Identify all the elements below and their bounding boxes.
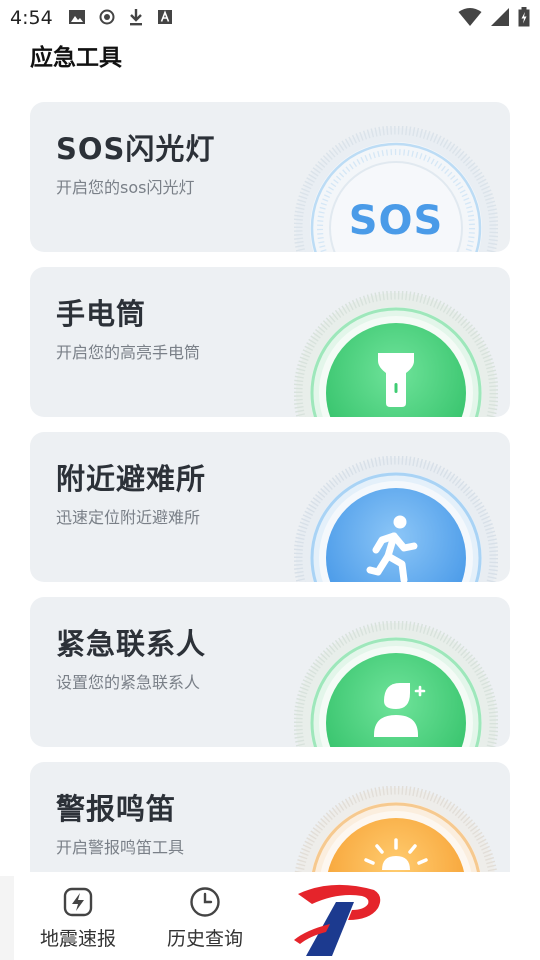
card-emergency-contact[interactable]: 紧急联系人 设置您的紧急联系人: [30, 597, 510, 747]
battery-icon: [518, 7, 530, 27]
font-icon: [158, 10, 172, 24]
signal-icon: [491, 8, 509, 26]
card-title: 附近避难所: [56, 462, 207, 496]
side-strip: [0, 876, 14, 960]
tab-history-query[interactable]: 历史查询: [160, 884, 250, 954]
status-time: 4:54: [10, 7, 53, 29]
card-title: SOS闪光灯: [56, 132, 216, 166]
tab-label: 地震速报: [39, 928, 116, 950]
card-title: 警报鸣笛: [56, 792, 177, 826]
status-icons-right: [458, 7, 530, 27]
shelter-dial: [294, 456, 498, 582]
card-title: 紧急联系人: [56, 627, 207, 661]
clock-icon: [190, 887, 220, 917]
brand-logo-icon[interactable]: [292, 880, 384, 956]
card-nearby-shelter[interactable]: 附近避难所 迅速定位附近避难所: [30, 432, 510, 582]
tab-earthquake-report[interactable]: 地震速报: [33, 884, 123, 954]
card-title: 手电筒: [56, 297, 147, 331]
image-icon: [69, 10, 85, 24]
record-icon: [99, 9, 115, 25]
wifi-icon: [458, 8, 482, 26]
flashlight-dial: [294, 291, 498, 417]
page-title: 应急工具: [30, 45, 122, 71]
download-icon: [130, 9, 142, 26]
tab-label: 历史查询: [166, 928, 243, 950]
status-icons-left: [68, 8, 173, 26]
sos-dial: SOS: [294, 126, 498, 252]
contact-dial: [294, 621, 498, 747]
card-flashlight[interactable]: 手电筒 开启您的高亮手电筒: [30, 267, 510, 417]
card-subtitle: 迅速定位附近避难所: [56, 508, 201, 527]
card-subtitle: 开启警报鸣笛工具: [56, 838, 185, 857]
sos-text-icon: SOS: [348, 198, 444, 244]
card-sos-flashlight[interactable]: SOS闪光灯 开启您的sos闪光灯 SOS: [30, 102, 510, 252]
card-subtitle: 开启您的sos闪光灯: [56, 178, 195, 197]
card-subtitle: 设置您的紧急联系人: [56, 673, 201, 692]
card-subtitle: 开启您的高亮手电筒: [56, 343, 201, 362]
status-bar: 4:54: [0, 0, 540, 36]
lightning-bolt-icon: [63, 887, 93, 917]
